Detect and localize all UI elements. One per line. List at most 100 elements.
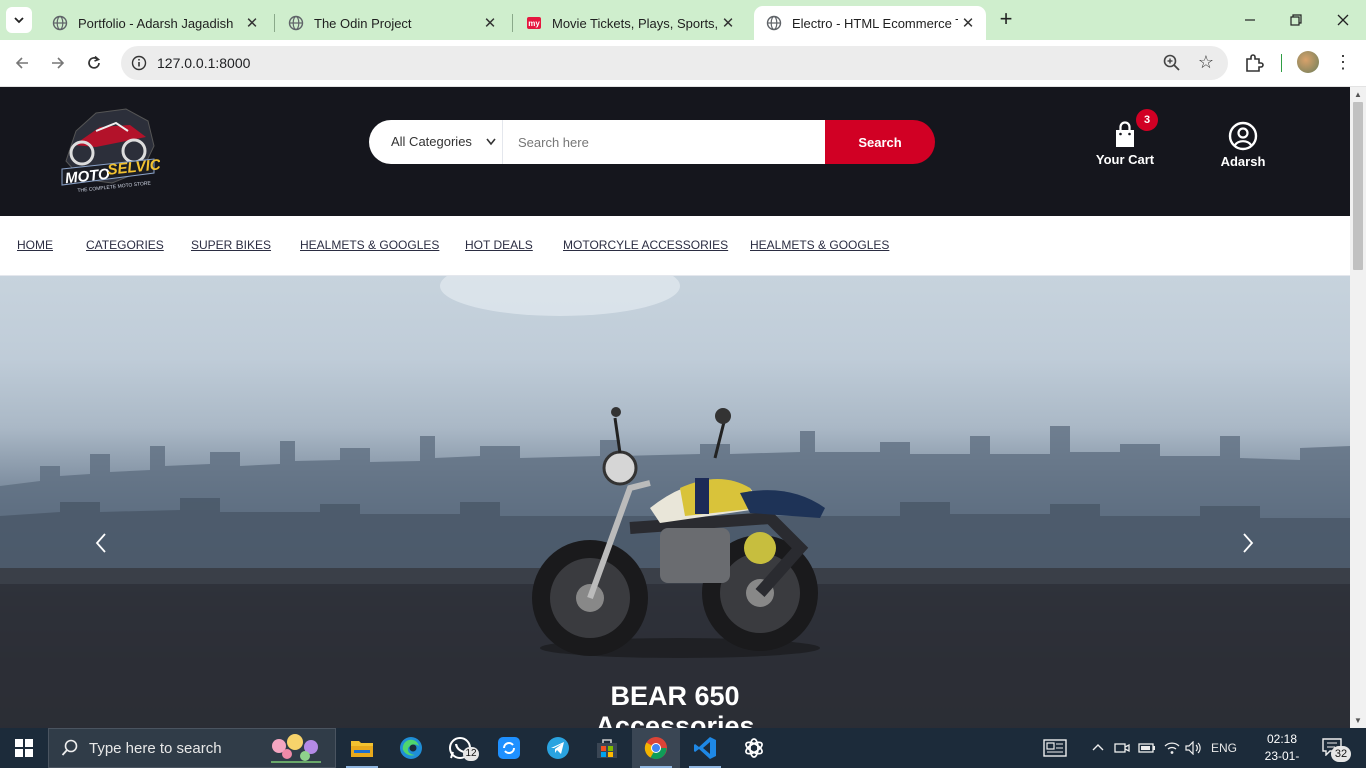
reload-icon bbox=[88, 55, 101, 69]
svg-text:MOTO: MOTO bbox=[64, 166, 111, 188]
close-tab-icon[interactable]: ✕ bbox=[958, 13, 978, 33]
close-tab-icon[interactable]: ✕ bbox=[242, 13, 262, 33]
scroll-down-arrow[interactable]: ▼ bbox=[1354, 716, 1362, 725]
tab-title: Movie Tickets, Plays, Sports, Eve bbox=[552, 15, 718, 31]
language-indicator[interactable]: ENG bbox=[1208, 728, 1240, 768]
nav-link-hot-deals[interactable]: HOT DEALS bbox=[465, 238, 533, 252]
browser-tab-bookmyshow[interactable]: my Movie Tickets, Plays, Sports, Eve ✕ bbox=[514, 6, 746, 40]
page-viewport: MOTO SELVIC THE COMPLETE MOTO STORE All … bbox=[0, 87, 1350, 728]
browser-tab-electro[interactable]: Electro - HTML Ecommerce Tem ✕ bbox=[754, 6, 986, 40]
windows-taskbar: Type here to search 12 ENG 02:18 23-01- bbox=[0, 728, 1366, 768]
close-tab-icon[interactable]: ✕ bbox=[718, 13, 738, 33]
site-info-icon[interactable] bbox=[130, 54, 148, 72]
arrow-left-icon bbox=[15, 57, 28, 69]
forward-button[interactable] bbox=[46, 51, 70, 75]
browser-tab-odin[interactable]: The Odin Project ✕ bbox=[276, 6, 508, 40]
browser-tab-strip: Portfolio - Adarsh Jagadish ✕ The Odin P… bbox=[0, 0, 1366, 40]
cart-label: Your Cart bbox=[1095, 152, 1155, 167]
folder-icon bbox=[351, 741, 373, 757]
carousel-next-arrow[interactable] bbox=[1236, 531, 1260, 555]
search-button[interactable]: Search bbox=[825, 120, 935, 164]
extensions-icon[interactable] bbox=[1243, 52, 1265, 74]
carousel-prev-arrow[interactable] bbox=[89, 531, 113, 555]
arrow-right-icon bbox=[52, 57, 65, 69]
account-label: Adarsh bbox=[1220, 154, 1266, 169]
hero-title-line1: BEAR 650 bbox=[610, 681, 740, 711]
scroll-up-arrow[interactable]: ▲ bbox=[1354, 90, 1362, 99]
site-logo[interactable]: MOTO SELVIC THE COMPLETE MOTO STORE bbox=[56, 101, 163, 194]
chevron-right-icon bbox=[1243, 533, 1254, 553]
nav-link-helmets-goggles-2[interactable]: HEALMETS & GOOGLES bbox=[750, 238, 889, 252]
show-hidden-icons-chevron-icon[interactable] bbox=[1088, 728, 1108, 768]
close-window-button[interactable] bbox=[1320, 0, 1366, 40]
nav-link-motorcycle-accessories[interactable]: MOTORCYLE ACCESSORIES bbox=[563, 238, 728, 252]
search-input[interactable] bbox=[503, 120, 825, 164]
tab-divider bbox=[512, 14, 513, 32]
tab-search-button[interactable] bbox=[6, 7, 32, 33]
flowers-search-highlight-icon bbox=[271, 734, 321, 763]
account-link[interactable]: Adarsh bbox=[1208, 121, 1278, 169]
meet-now-icon[interactable] bbox=[1112, 728, 1132, 768]
reload-button[interactable] bbox=[82, 51, 106, 75]
minimize-button[interactable] bbox=[1227, 0, 1273, 40]
address-bar[interactable]: 127.0.0.1:8000 ☆ bbox=[121, 46, 1228, 80]
shopping-bag-icon bbox=[1116, 121, 1134, 147]
close-tab-icon[interactable]: ✕ bbox=[480, 13, 500, 33]
windows-logo-icon bbox=[15, 739, 33, 757]
tab-title: Portfolio - Adarsh Jagadish bbox=[78, 15, 234, 31]
taskbar-file-explorer[interactable] bbox=[338, 728, 386, 768]
store-bag-icon bbox=[597, 739, 617, 758]
nav-link-helmets-goggles[interactable]: HEALMETS & GOOGLES bbox=[300, 238, 439, 252]
profile-avatar[interactable] bbox=[1297, 51, 1319, 73]
volume-icon[interactable] bbox=[1184, 728, 1204, 768]
cart-count-badge: 3 bbox=[1136, 109, 1158, 131]
taskbar-sync-app[interactable] bbox=[485, 728, 533, 768]
scrollbar-thumb[interactable] bbox=[1353, 102, 1363, 270]
menu-dots-icon[interactable]: ⋮ bbox=[1334, 52, 1352, 73]
nav-link-categories[interactable]: CATEGORIES bbox=[86, 238, 164, 252]
product-search-bar: All Categories Search bbox=[369, 120, 935, 164]
taskbar-chrome[interactable] bbox=[632, 728, 680, 768]
taskbar-vscode[interactable] bbox=[681, 728, 729, 768]
browser-tab-portfolio[interactable]: Portfolio - Adarsh Jagadish ✕ bbox=[40, 6, 270, 40]
taskbar-store[interactable] bbox=[583, 728, 631, 768]
hero-title: BEAR 650 Accessories bbox=[0, 681, 1350, 728]
restore-button[interactable] bbox=[1273, 0, 1319, 40]
wifi-icon[interactable] bbox=[1162, 728, 1182, 768]
page-scrollbar[interactable]: ▲ ▼ bbox=[1350, 87, 1366, 728]
taskbar-chatgpt[interactable] bbox=[730, 728, 778, 768]
category-select[interactable]: All Categories bbox=[369, 120, 503, 164]
clock-time: 02:18 bbox=[1266, 732, 1298, 746]
zoom-icon[interactable] bbox=[1162, 53, 1182, 73]
chrome-icon bbox=[644, 737, 667, 760]
taskbar-edge[interactable] bbox=[387, 728, 435, 768]
hero-carousel: BEAR 650 Accessories bbox=[0, 276, 1350, 728]
news-widget-icon[interactable] bbox=[1040, 728, 1070, 768]
browser-toolbar: 127.0.0.1:8000 ☆ ⋮ bbox=[0, 40, 1366, 87]
start-button[interactable] bbox=[0, 728, 48, 768]
globe-icon bbox=[52, 15, 68, 31]
new-tab-button[interactable]: + bbox=[994, 8, 1018, 32]
taskbar-clock[interactable]: 02:18 23-01-2025 bbox=[1252, 731, 1312, 768]
nav-link-super-bikes[interactable]: SUPER BIKES bbox=[191, 238, 271, 252]
sync-app-icon bbox=[498, 737, 520, 759]
notification-count-badge: 32 bbox=[1331, 746, 1351, 762]
hero-title-line2: Accessories bbox=[595, 711, 755, 728]
whatsapp-unread-badge: 12 bbox=[463, 747, 479, 761]
motorcycle-image bbox=[532, 407, 825, 658]
globe-icon bbox=[766, 15, 782, 31]
taskbar-whatsapp[interactable]: 12 bbox=[436, 728, 484, 768]
battery-icon[interactable] bbox=[1137, 728, 1157, 768]
taskbar-telegram[interactable] bbox=[534, 728, 582, 768]
close-icon bbox=[1337, 14, 1349, 26]
restore-icon bbox=[1290, 14, 1302, 26]
bookmark-star-icon[interactable]: ☆ bbox=[1198, 52, 1214, 73]
site-header: MOTO SELVIC THE COMPLETE MOTO STORE All … bbox=[0, 87, 1350, 216]
telegram-icon bbox=[547, 737, 569, 759]
tab-title: The Odin Project bbox=[314, 15, 412, 31]
taskbar-search-box[interactable]: Type here to search bbox=[48, 728, 336, 768]
back-button[interactable] bbox=[10, 51, 34, 75]
svg-text:my: my bbox=[528, 19, 540, 28]
nav-link-home[interactable]: HOME bbox=[17, 238, 53, 252]
taskbar-search-placeholder: Type here to search bbox=[89, 739, 222, 757]
